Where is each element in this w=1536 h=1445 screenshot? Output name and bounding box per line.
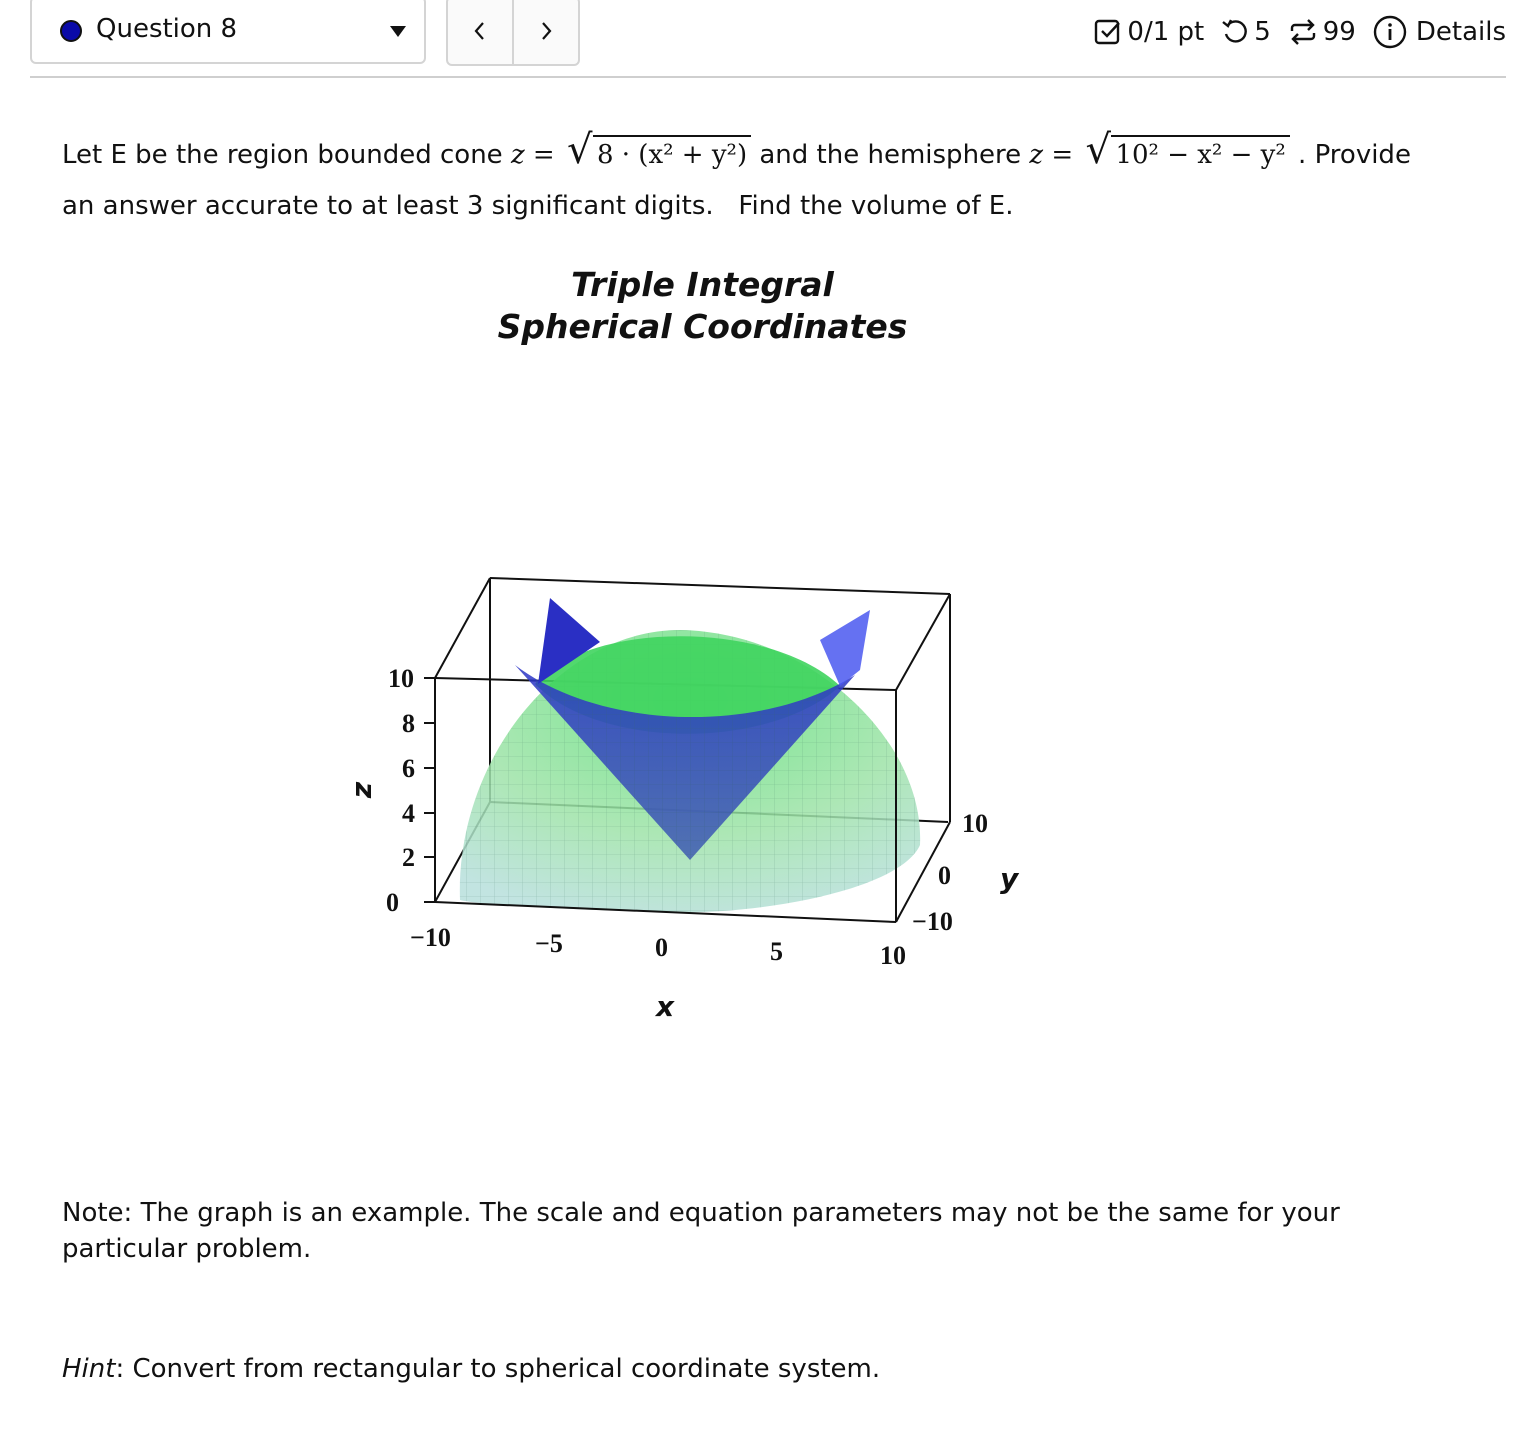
problem-line-1: Let E be the region bounded cone z = √ 8 …	[62, 127, 1462, 181]
question-status-dot	[60, 20, 82, 42]
figure-title-line-2: Spherical Coordinates	[497, 307, 908, 346]
undo-icon	[1220, 17, 1250, 47]
3d-plot: 0 2 4 6 8 10 −10 −5 0 5 10 −10 0 10 z x …	[349, 577, 1020, 1023]
y-axis-label: y	[1000, 862, 1020, 895]
question-header: Question 8 0/1 pt 5 99 Details	[30, 0, 1506, 78]
z-tick-label: 10	[388, 664, 414, 693]
z-tick-label: 8	[402, 709, 415, 738]
next-question-button[interactable]	[512, 0, 578, 64]
z-tick-label: 0	[386, 888, 399, 917]
z-tick-label: 2	[402, 843, 415, 872]
prev-question-button[interactable]	[448, 0, 512, 64]
z-axis-label: z	[349, 781, 382, 799]
problem-text-3: . Provide	[1298, 140, 1411, 170]
problem-statement: Let E be the region bounded cone z = √ 8 …	[62, 127, 1462, 232]
question-nav	[446, 0, 580, 66]
hemisphere-equation: √ 10² − x² − y²	[1085, 127, 1290, 181]
x-tick-label: 0	[655, 933, 668, 962]
checkbox-icon	[1093, 17, 1123, 47]
chevron-left-icon	[474, 22, 484, 40]
cone-equation: √ 8 · (x² + y²)	[567, 127, 752, 181]
z-tick-label: 6	[402, 754, 415, 783]
note-text: Note: The graph is an example. The scale…	[62, 1198, 1340, 1264]
hemisphere-rhs: 10² − x² − y²	[1111, 135, 1290, 173]
z-axis	[424, 677, 435, 903]
problem-text-2: and the hemisphere	[759, 140, 1022, 170]
figure-title: Triple Integral Spherical Coordinates	[480, 264, 925, 348]
chevron-right-icon	[542, 22, 552, 40]
x-axis-label: x	[654, 990, 675, 1023]
hint-label: Hint	[62, 1354, 116, 1384]
hemisphere-lhs: z =	[1029, 140, 1074, 170]
question-selector[interactable]: Question 8	[30, 0, 426, 64]
cone-rhs: 8 · (x² + y²)	[592, 135, 752, 173]
y-tick-label: −10	[912, 907, 953, 936]
z-tick-label: 4	[402, 799, 415, 828]
x-tick-label: −5	[535, 929, 563, 958]
details-link[interactable]: Details	[1416, 17, 1506, 47]
x-tick-label: 10	[880, 941, 906, 970]
attempts-count: 99	[1322, 17, 1356, 47]
hint-body: : Convert from rectangular to spherical …	[115, 1354, 881, 1384]
y-tick-label: 0	[938, 861, 951, 890]
retries-count: 5	[1254, 17, 1271, 47]
question-meta: 0/1 pt 5 99 Details	[1093, 14, 1506, 50]
x-tick-label: 5	[770, 937, 783, 966]
problem-text-1: Let E be the region bounded cone	[62, 140, 503, 170]
y-tick-label: 10	[962, 809, 988, 838]
info-icon[interactable]	[1372, 14, 1408, 50]
score-text: 0/1 pt	[1127, 17, 1205, 47]
caret-down-icon	[390, 26, 406, 37]
hint-text: Hint: Convert from rectangular to spheri…	[62, 1354, 880, 1384]
question-label: Question 8	[96, 14, 238, 44]
x-tick-label: −10	[410, 923, 451, 952]
figure-title-line-1: Triple Integral	[571, 265, 834, 304]
repeat-icon	[1287, 17, 1319, 47]
problem-line-2: an answer accurate to at least 3 signifi…	[62, 191, 1014, 221]
cone-lhs: z =	[510, 140, 555, 170]
